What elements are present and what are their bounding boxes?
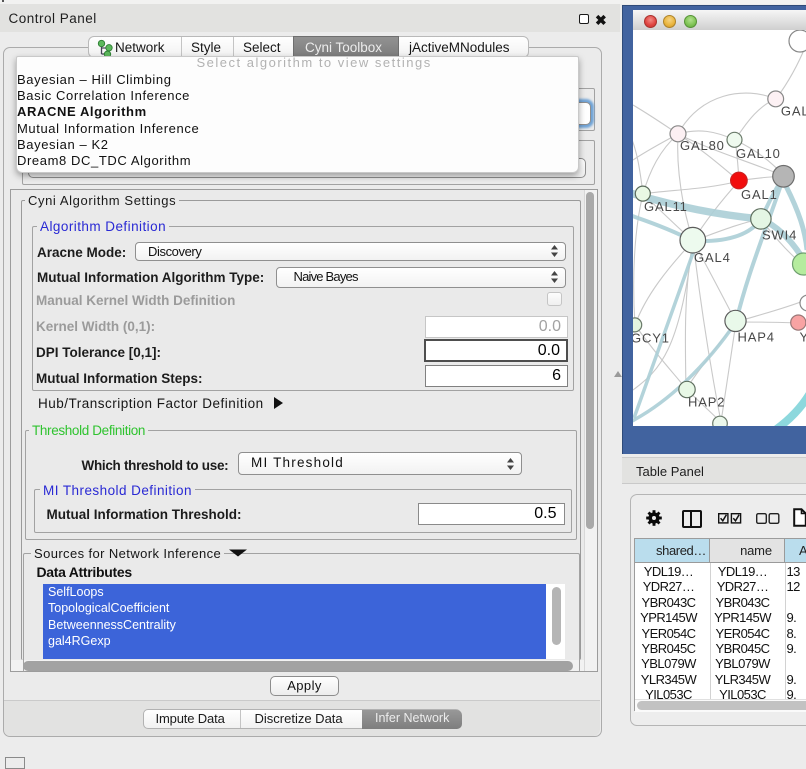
svg-text:GAL80: GAL80 — [680, 138, 725, 153]
svg-text:HAP2: HAP2 — [688, 395, 725, 410]
svg-text:GCY1: GCY1 — [633, 331, 670, 346]
svg-text:GAL4: GAL4 — [694, 250, 731, 265]
svg-text:GAL7: GAL7 — [781, 104, 806, 119]
svg-text:GAL10: GAL10 — [736, 146, 781, 161]
svg-text:SWI4: SWI4 — [762, 228, 797, 243]
svg-text:HAP4: HAP4 — [738, 330, 775, 345]
svg-text:Y: Y — [800, 330, 806, 345]
svg-text:GAL11: GAL11 — [644, 199, 688, 214]
svg-text:GAL1: GAL1 — [741, 187, 778, 202]
